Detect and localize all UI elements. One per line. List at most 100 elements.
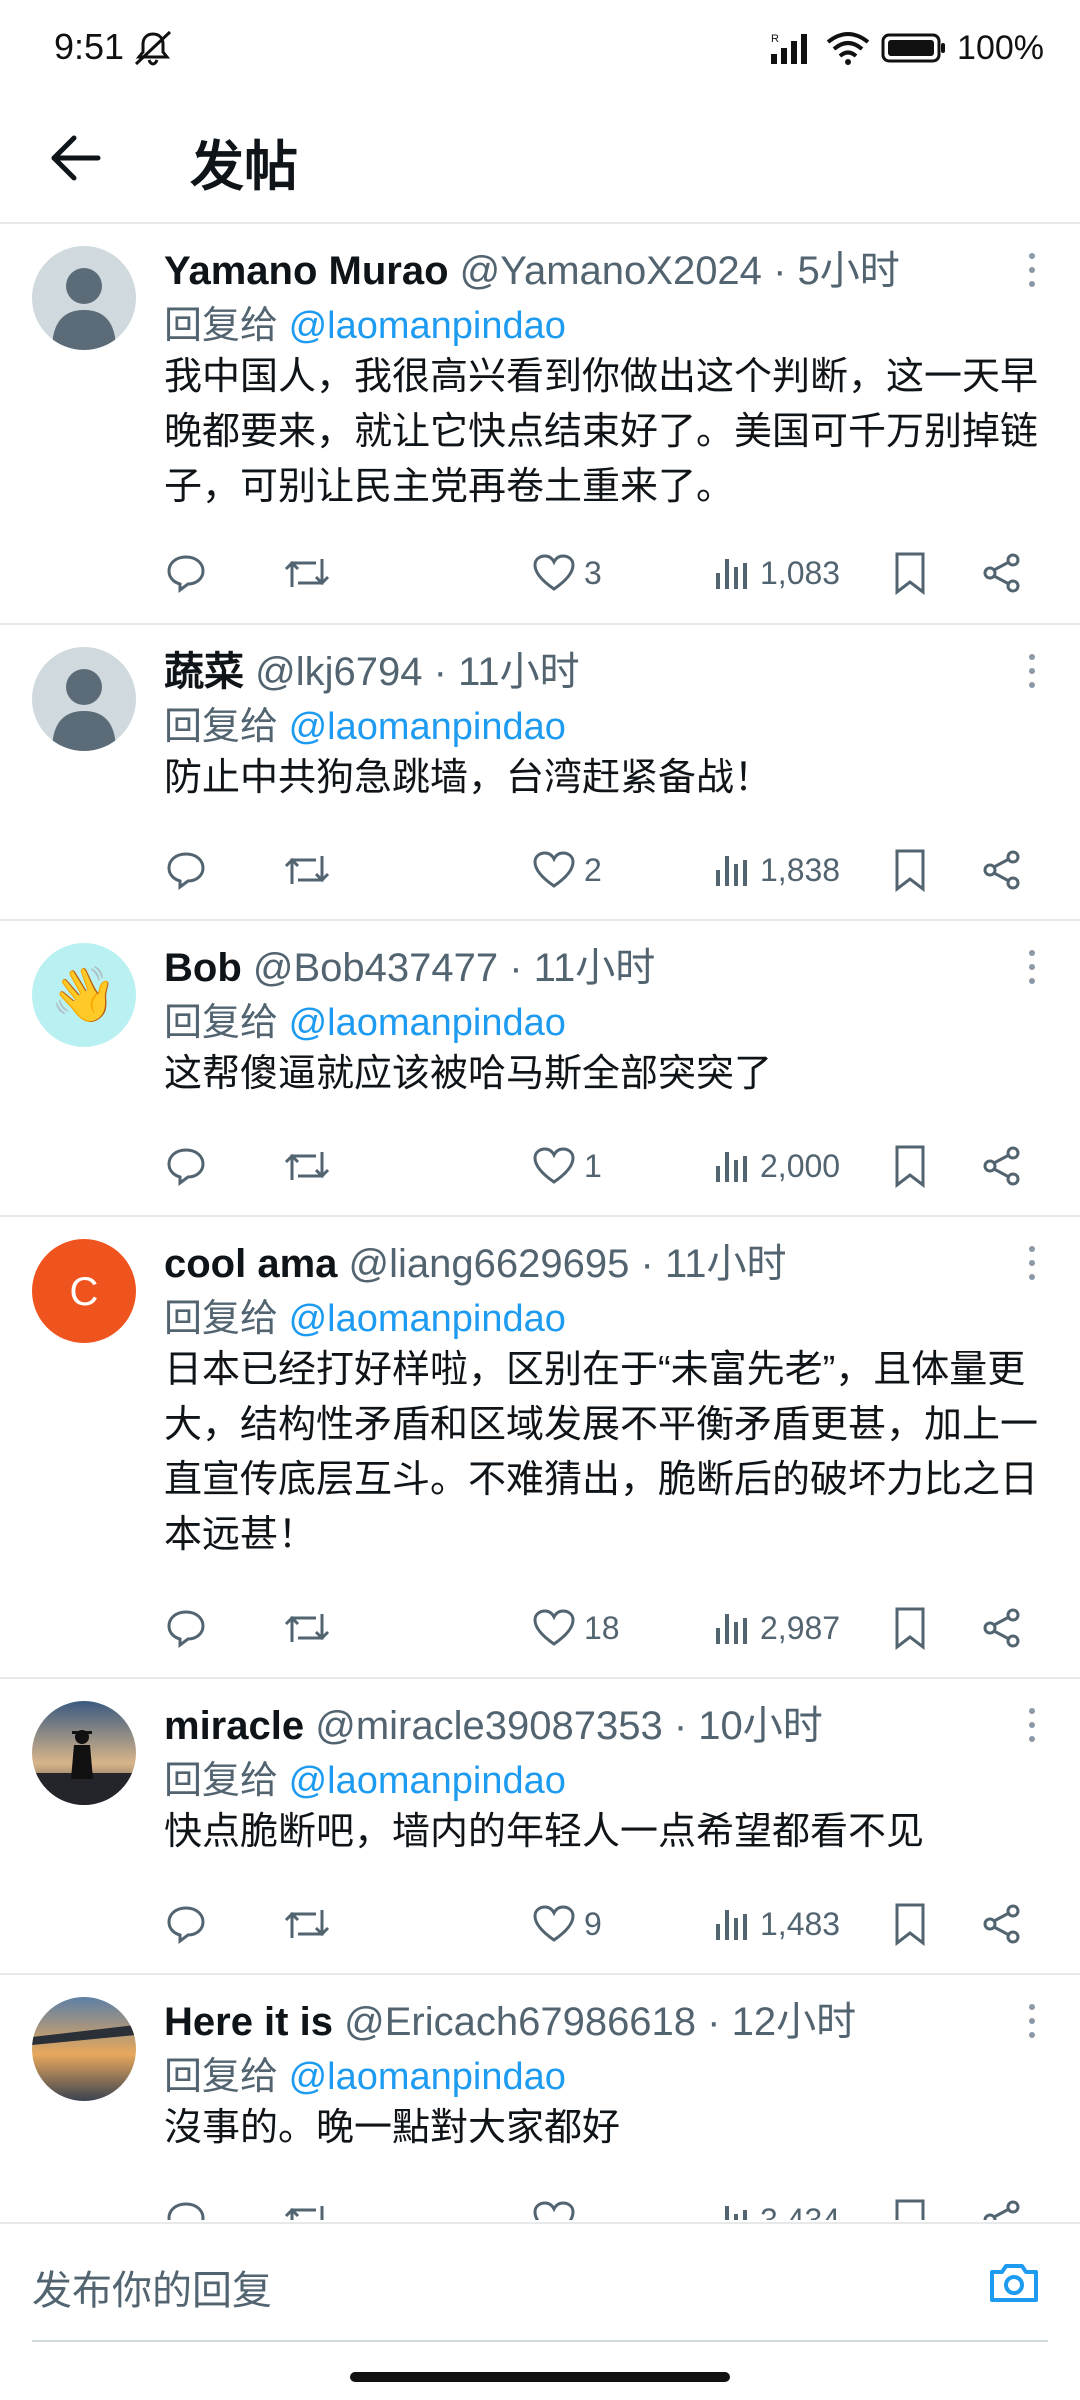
views-button[interactable]: 2,000 [712, 1141, 840, 1191]
tweet-item[interactable]: 蔬菜 @lkj6794 · 11小时 回复给 @laomanpindao 防止中… [0, 625, 1080, 921]
view-count: 1,083 [760, 554, 841, 591]
avatar[interactable]: C [32, 1239, 136, 1343]
home-indicator[interactable] [350, 2372, 730, 2382]
repost-button[interactable] [282, 1603, 332, 1653]
action-bar: 3 1,083 [164, 548, 1044, 598]
more-options-icon[interactable] [1024, 1243, 1040, 1283]
view-count: 2,000 [760, 1147, 841, 1184]
bar-chart-icon [725, 2206, 747, 2220]
author-handle: @Bob437477 [252, 946, 499, 990]
views-button[interactable]: 1,083 [712, 548, 840, 598]
composer-underline [32, 2340, 1048, 2342]
action-bar: 2 1,838 [164, 845, 1044, 895]
reply-button[interactable] [164, 548, 208, 598]
reply-icon [167, 1148, 205, 1186]
mention-link[interactable]: @laomanpindao [289, 305, 566, 347]
heart-icon [533, 851, 575, 888]
arrow-left-icon[interactable] [44, 126, 108, 190]
share-button[interactable] [980, 1603, 1024, 1653]
post-time: 11小时 [458, 650, 580, 694]
bookmark-button[interactable] [892, 845, 928, 895]
like-button[interactable]: 9 [532, 1899, 602, 1949]
share-button[interactable] [980, 1899, 1024, 1949]
reply-icon [167, 852, 205, 890]
avatar[interactable] [32, 1701, 136, 1805]
share-button[interactable] [980, 2195, 1024, 2220]
more-options-icon[interactable] [1024, 947, 1040, 987]
author-name[interactable]: 蔬菜 [164, 650, 244, 694]
view-count: 1,838 [760, 851, 841, 888]
mention-link[interactable]: @laomanpindao [289, 1760, 566, 1802]
views-button[interactable]: 1,838 [712, 845, 840, 895]
repost-button[interactable] [282, 1141, 332, 1191]
like-button[interactable]: 2 [532, 845, 602, 895]
repost-button[interactable] [282, 548, 332, 598]
bar-chart-icon [716, 1152, 747, 1182]
repost-button[interactable] [282, 845, 332, 895]
like-button[interactable]: 3 [532, 548, 602, 598]
like-count: 1 [584, 1147, 602, 1184]
bookmark-button[interactable] [892, 2195, 928, 2220]
views-button[interactable]: 2,987 [712, 1603, 840, 1653]
repost-icon [284, 2206, 324, 2220]
author-name[interactable]: miracle [164, 1704, 304, 1748]
tweet-text: 我中国人，我很高兴看到你做出这个判断，这一天早晚都要来，就让它快点结束好了。美国… [164, 356, 1039, 508]
avatar[interactable] [32, 647, 136, 751]
author-name[interactable]: Yamano Murao [164, 249, 449, 293]
status-bar: 9:51 R 100% [0, 0, 1080, 96]
author-name[interactable]: cool ama [164, 1242, 337, 1286]
bookmark-button[interactable] [892, 1899, 928, 1949]
avatar[interactable] [32, 246, 136, 350]
mention-link[interactable]: @laomanpindao [289, 2056, 566, 2098]
repost-button[interactable] [282, 2195, 332, 2220]
reply-composer[interactable]: 发布你的回复 [0, 2222, 1080, 2344]
views-button[interactable]: 1,483 [712, 1899, 840, 1949]
mute-icon [134, 30, 172, 66]
tweet-item[interactable]: Here it is @Ericach67986618 · 12小时 回复给 @… [0, 1975, 1080, 2220]
like-button[interactable]: 18 [532, 1603, 620, 1653]
views-button[interactable]: 3,434 [712, 2195, 840, 2220]
like-button[interactable]: 1 [532, 1141, 602, 1191]
repost-icon [284, 1910, 330, 1938]
reply-feed[interactable]: Yamano Murao @YamanoX2024 · 5小时 回复给 @lao… [0, 224, 1080, 2220]
reply-button[interactable] [164, 1141, 208, 1191]
share-button[interactable] [980, 1141, 1024, 1191]
tweet-item[interactable]: C cool ama @liang6629695 · 11小时 回复给 @lao… [0, 1217, 1080, 1679]
like-button[interactable] [532, 2195, 584, 2220]
bookmark-button[interactable] [892, 1141, 928, 1191]
page-title: 发帖 [190, 137, 298, 197]
bookmark-icon [895, 1145, 925, 1188]
tweet-item[interactable]: miracle @miracle39087353 · 10小时 回复给 @lao… [0, 1679, 1080, 1975]
author-handle: @Ericach67986618 [344, 2000, 697, 2044]
reply-icon [167, 1610, 205, 1648]
bookmark-button[interactable] [892, 548, 928, 598]
more-options-icon[interactable] [1024, 651, 1040, 691]
reply-button[interactable] [164, 845, 208, 895]
reply-button[interactable] [164, 2195, 208, 2220]
author-name[interactable]: Bob [164, 946, 242, 990]
tweet-item[interactable]: Yamano Murao @YamanoX2024 · 5小时 回复给 @lao… [0, 224, 1080, 625]
reply-button[interactable] [164, 1899, 208, 1949]
tweet-item[interactable]: 👋 Bob @Bob437477 · 11小时 回复给 @laomanpinda… [0, 921, 1080, 1217]
more-options-icon[interactable] [1024, 2001, 1040, 2041]
share-button[interactable] [980, 845, 1024, 895]
bookmark-button[interactable] [892, 1603, 928, 1653]
camera-icon[interactable] [986, 2254, 1042, 2310]
share-button[interactable] [980, 548, 1024, 598]
more-options-icon[interactable] [1024, 250, 1040, 290]
author-name[interactable]: Here it is [164, 2000, 333, 2044]
avatar[interactable]: 👋 [32, 943, 136, 1047]
repost-icon [284, 559, 330, 587]
avatar[interactable] [32, 1997, 136, 2101]
more-options-icon[interactable] [1024, 1705, 1040, 1745]
share-icon [983, 1146, 1020, 1186]
mention-link[interactable]: @laomanpindao [289, 1298, 566, 1340]
reply-input[interactable]: 发布你的回复 [32, 2258, 272, 2316]
action-bar: 3,434 [164, 2195, 1044, 2220]
mention-link[interactable]: @laomanpindao [289, 706, 566, 748]
reply-button[interactable] [164, 1603, 208, 1653]
mention-link[interactable]: @laomanpindao [289, 1002, 566, 1044]
repost-button[interactable] [282, 1899, 332, 1949]
reply-to-line: 回复给 @laomanpindao [164, 305, 566, 347]
wifi-icon [826, 32, 870, 65]
